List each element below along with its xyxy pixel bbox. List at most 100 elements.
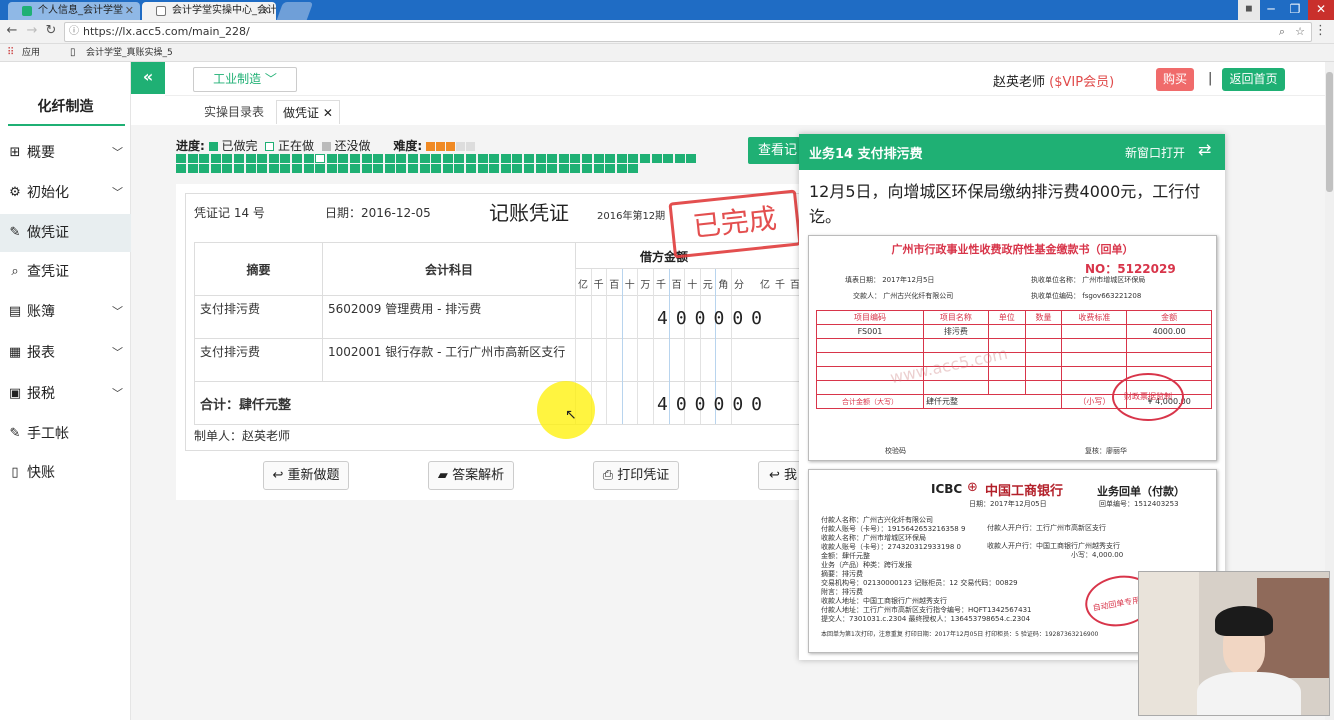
bookmark-apps[interactable]: 应用 — [22, 44, 40, 62]
row1-summary[interactable]: 支付排污费 — [194, 295, 323, 339]
progress-cell[interactable] — [280, 154, 291, 163]
menu-dots-icon[interactable]: ⋮ — [1314, 23, 1327, 38]
progress-cell[interactable] — [245, 164, 256, 173]
answer-button[interactable]: ▰ 答案解析 — [428, 461, 514, 490]
progress-cell[interactable] — [454, 154, 465, 163]
progress-cell[interactable] — [547, 154, 558, 163]
progress-cell[interactable] — [466, 154, 476, 163]
progress-cell[interactable] — [593, 154, 604, 163]
progress-cell[interactable] — [640, 154, 650, 163]
progress-cell[interactable] — [257, 154, 268, 163]
browser-tab-active[interactable]: 会计学堂实操中心_会计... ✕ — [142, 2, 276, 20]
sidebar-item-init[interactable]: ⚙ 初始化 ﹀ — [0, 174, 131, 212]
row2-summary[interactable]: 支付排污费 — [194, 338, 323, 382]
progress-cell[interactable] — [419, 154, 430, 163]
progress-cell[interactable] — [384, 154, 395, 163]
progress-cell[interactable] — [234, 154, 244, 163]
bookmark-acc5[interactable]: 会计学堂_真账实操_5 — [86, 44, 173, 62]
sidebar-item-manual[interactable]: ✎ 手工帐 — [0, 415, 131, 453]
star-icon[interactable]: ☆ — [1295, 23, 1305, 41]
progress-cell[interactable] — [582, 154, 592, 163]
progress-cell[interactable] — [570, 154, 581, 163]
print-button[interactable]: ⎙ 打印凭证 — [593, 461, 679, 490]
close-icon[interactable]: ✕ — [261, 2, 270, 20]
progress-cell[interactable] — [616, 164, 627, 173]
progress-cell[interactable] — [280, 164, 291, 173]
progress-cell[interactable] — [535, 164, 546, 173]
minimize-icon[interactable]: ─ — [1260, 0, 1282, 20]
progress-cell[interactable] — [489, 164, 500, 173]
progress-cell[interactable] — [442, 154, 453, 163]
progress-cell[interactable] — [315, 154, 326, 163]
progress-cell[interactable] — [570, 164, 581, 173]
sidebar-item-make-voucher[interactable]: ✎ 做凭证 — [0, 214, 131, 252]
progress-cell[interactable] — [326, 154, 337, 163]
progress-cell[interactable] — [663, 154, 674, 163]
progress-cell[interactable] — [558, 164, 569, 173]
progress-cell[interactable] — [350, 164, 360, 173]
progress-cell[interactable] — [442, 164, 453, 173]
progress-cell[interactable] — [396, 154, 407, 163]
progress-cell[interactable] — [454, 164, 465, 173]
reload-icon[interactable]: ↻ — [43, 23, 59, 41]
progress-cell[interactable] — [292, 164, 302, 173]
progress-cell[interactable] — [315, 164, 326, 173]
progress-cell[interactable] — [512, 164, 523, 173]
voucher-date[interactable]: 日期：2016-12-05 — [325, 204, 431, 221]
progress-cell[interactable] — [500, 154, 511, 163]
progress-cell[interactable] — [628, 164, 639, 173]
progress-cell[interactable] — [686, 154, 697, 163]
progress-cell[interactable] — [524, 164, 534, 173]
row2-account[interactable]: 1002001 银行存款 - 工行广州市高新区支行 — [322, 338, 576, 382]
close-icon[interactable]: ✕ — [323, 106, 333, 120]
progress-cell[interactable] — [303, 154, 314, 163]
sidebar-item-quick[interactable]: ▯ 快账 — [0, 454, 131, 492]
progress-cell[interactable] — [466, 164, 476, 173]
progress-cell[interactable] — [384, 164, 395, 173]
swap-icon[interactable]: ⇄ — [1198, 140, 1211, 159]
progress-cell[interactable] — [338, 164, 349, 173]
scrollbar-thumb[interactable] — [1326, 72, 1333, 192]
progress-cell[interactable] — [361, 154, 372, 163]
url-input[interactable]: ⓘ https://lx.acc5.com/main_228/ ⌕ ☆ — [64, 22, 1312, 42]
progress-cell[interactable] — [419, 164, 430, 173]
industry-dropdown[interactable]: 工业制造 ﹀ — [193, 67, 297, 92]
progress-cell[interactable] — [500, 164, 511, 173]
progress-cell[interactable] — [176, 164, 186, 173]
close-icon[interactable]: ✕ — [125, 2, 134, 20]
progress-cell[interactable] — [245, 154, 256, 163]
buy-button[interactable]: 购买 — [1156, 68, 1194, 91]
voucher-number[interactable]: 凭证记 14 号 — [194, 204, 265, 221]
progress-cell[interactable] — [535, 154, 546, 163]
progress-cell[interactable] — [605, 164, 616, 173]
progress-cell[interactable] — [524, 154, 534, 163]
collapse-sidebar-button[interactable]: « — [131, 62, 165, 94]
progress-cell[interactable] — [582, 164, 592, 173]
maximize-icon[interactable]: ❐ — [1284, 0, 1306, 20]
progress-cell[interactable] — [361, 164, 372, 173]
progress-cell[interactable] — [373, 164, 384, 173]
progress-cell[interactable] — [593, 164, 604, 173]
progress-cell[interactable] — [408, 164, 418, 173]
progress-cell[interactable] — [431, 164, 442, 173]
view-answer-button[interactable]: 查看记 — [748, 137, 800, 164]
sidebar-item-tax[interactable]: ▣ 报税 ﹀ — [0, 375, 131, 413]
progress-cell[interactable] — [616, 154, 627, 163]
progress-cell[interactable] — [292, 154, 302, 163]
progress-cell[interactable] — [257, 164, 268, 173]
progress-cell[interactable] — [431, 154, 442, 163]
progress-cell[interactable] — [477, 154, 488, 163]
progress-cell[interactable] — [558, 154, 569, 163]
progress-cell[interactable] — [674, 154, 685, 163]
progress-cell[interactable] — [199, 164, 210, 173]
progress-cell[interactable] — [489, 154, 500, 163]
window-close-icon[interactable]: ✕ — [1308, 0, 1334, 20]
browser-tab-profile[interactable]: 个人信息_会计学堂 ✕ — [8, 2, 140, 20]
back-icon[interactable]: ← — [4, 23, 20, 41]
progress-cell[interactable] — [547, 164, 558, 173]
progress-cell[interactable] — [326, 164, 337, 173]
progress-cell[interactable] — [338, 154, 349, 163]
progress-cell[interactable] — [199, 154, 210, 163]
home-button[interactable]: 返回首页 — [1222, 68, 1285, 91]
row1-account[interactable]: 5602009 管理费用 - 排污费 — [322, 295, 576, 339]
